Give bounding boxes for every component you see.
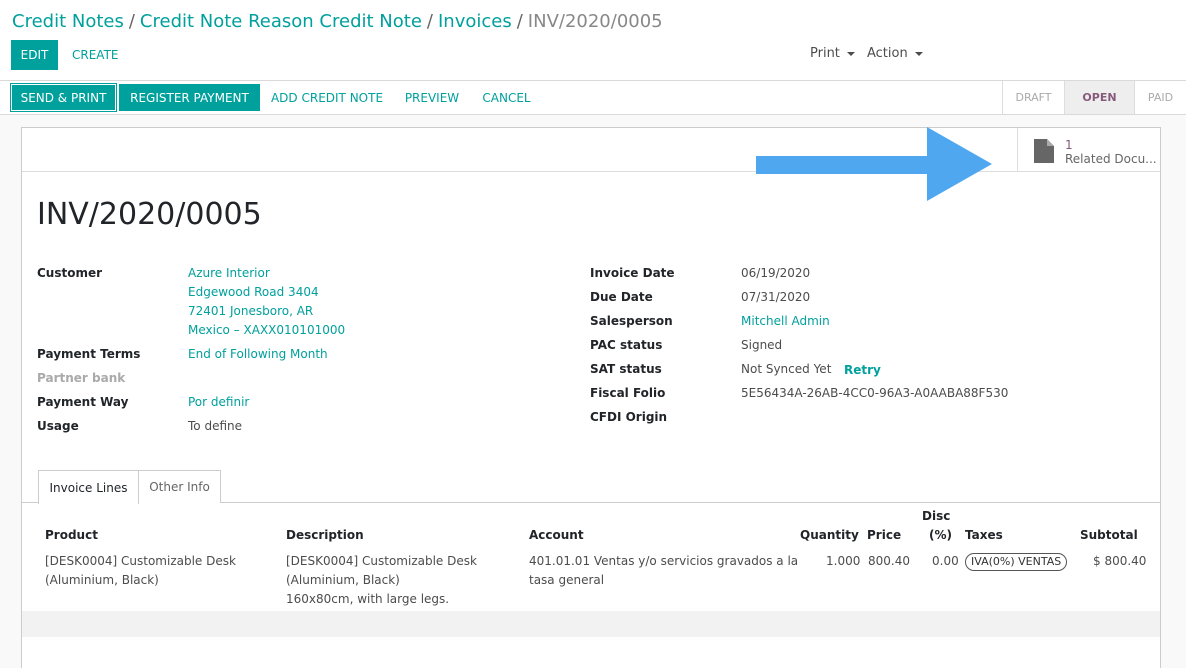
line-account-text: 401.01.01 Ventas y/o servicios gravados … [529, 554, 799, 568]
send-print-button[interactable]: SEND & PRINT [11, 84, 116, 111]
edit-button[interactable]: EDIT [11, 40, 58, 70]
tab-other-info[interactable]: Other Info [139, 470, 221, 503]
customer-name-link[interactable]: Azure Interior [188, 266, 270, 280]
line-quantity: 1.000 [826, 554, 861, 568]
salesperson-label: Salesperson [590, 314, 673, 328]
usage-label: Usage [37, 419, 79, 433]
line-account-text: tasa general [529, 573, 605, 587]
stage-draft[interactable]: DRAFT [1002, 81, 1064, 114]
fiscal-folio-value: 5E56434A-26AB-4CC0-96A3-A0AABA88F530 [741, 386, 1009, 400]
line-discount: 0.00 [932, 554, 959, 568]
column-header-description[interactable]: Description [286, 528, 364, 542]
breadcrumb-item-credit-note-reason[interactable]: Credit Note Reason Credit Note [140, 11, 422, 32]
control-panel: Credit Notes / Credit Note Reason Credit N… [0, 0, 1186, 81]
action-dropdown[interactable]: Action [867, 46, 923, 61]
pac-status-label: PAC status [590, 338, 663, 352]
breadcrumb-item-credit-notes[interactable]: Credit Notes [12, 11, 124, 32]
related-documents-button[interactable]: 1 Related Docu... [1017, 128, 1160, 172]
register-payment-button[interactable]: REGISTER PAYMENT [119, 84, 260, 111]
line-description-text: [DESK0004] Customizable Desk [286, 554, 477, 568]
form-statusbar: SEND & PRINT REGISTER PAYMENT ADD CREDIT… [0, 81, 1186, 115]
due-date-label: Due Date [590, 290, 653, 304]
notebook-tabs: Invoice Lines Other Info [21, 470, 1161, 504]
customer-address-line[interactable]: 72401 Jonesboro, AR [188, 304, 313, 318]
line-description-cell: [DESK0004] Customizable Desk (Aluminium,… [286, 552, 477, 609]
salesperson-value[interactable]: Mitchell Admin [741, 314, 830, 328]
due-date-value: 07/31/2020 [741, 290, 811, 304]
breadcrumb-item-invoices[interactable]: Invoices [438, 11, 512, 32]
payment-way-value[interactable]: Por definir [188, 395, 249, 409]
caret-down-icon [846, 51, 855, 56]
column-header-disc[interactable]: Disc [922, 509, 950, 523]
document-icon [1034, 139, 1054, 163]
usage-value: To define [188, 419, 242, 433]
column-header-product[interactable]: Product [45, 528, 98, 542]
add-credit-note-button[interactable]: ADD CREDIT NOTE [265, 84, 389, 111]
sat-status-value: Not Synced Yet [741, 362, 832, 376]
breadcrumb-separator: / [128, 11, 135, 32]
invoice-title: INV/2020/0005 [37, 197, 262, 232]
breadcrumb-current: INV/2020/0005 [527, 11, 663, 32]
line-description-text: 160x80cm, with large legs. [286, 592, 450, 606]
retry-button[interactable]: Retry [844, 363, 881, 377]
caret-down-icon [914, 51, 923, 56]
line-description-text: (Aluminium, Black) [286, 573, 400, 587]
cfdi-origin-label: CFDI Origin [590, 410, 668, 424]
column-header-subtotal[interactable]: Subtotal [1080, 528, 1138, 542]
invoice-date-label: Invoice Date [590, 266, 675, 280]
partner-bank-label: Partner bank [37, 371, 126, 385]
payment-terms-label: Payment Terms [37, 347, 141, 361]
invoice-date-value: 06/19/2020 [741, 266, 811, 280]
line-subtotal: $ 800.40 [1093, 554, 1147, 568]
pac-status-value: Signed [741, 338, 783, 352]
sat-status-label: SAT status [590, 362, 662, 376]
print-dropdown-label: Print [810, 46, 840, 61]
column-header-quantity[interactable]: Quantity [800, 528, 859, 542]
payment-terms-value[interactable]: End of Following Month [188, 347, 328, 361]
tax-badge: IVA(0%) VENTAS [965, 553, 1068, 571]
column-header-account[interactable]: Account [529, 528, 584, 542]
preview-button[interactable]: PREVIEW [396, 84, 468, 111]
column-header-taxes[interactable]: Taxes [965, 528, 1003, 542]
stage-open[interactable]: OPEN [1064, 81, 1134, 114]
stage-paid[interactable]: PAID [1134, 81, 1186, 114]
customer-label: Customer [37, 266, 103, 280]
customer-address-line[interactable]: Mexico – XAXX010101000 [188, 323, 345, 337]
print-dropdown[interactable]: Print [810, 46, 855, 61]
annotation-arrow-icon [756, 127, 992, 201]
table-row-empty [22, 611, 1160, 637]
related-documents-label: Related Docu... [1065, 152, 1157, 166]
line-product-cell: [DESK0004] Customizable Desk (Aluminium,… [45, 552, 236, 590]
create-button[interactable]: CREATE [66, 40, 125, 70]
column-header-disc-unit: (%) [929, 528, 952, 542]
line-account-cell: 401.01.01 Ventas y/o servicios gravados … [529, 552, 798, 590]
payment-way-label: Payment Way [37, 395, 129, 409]
line-product-text: (Aluminium, Black) [45, 573, 159, 587]
line-price: 800.40 [868, 554, 910, 568]
column-header-price[interactable]: Price [867, 528, 901, 542]
customer-address-line[interactable]: Edgewood Road 3404 [188, 285, 319, 299]
breadcrumb: Credit Notes / Credit Note Reason Credit N… [12, 11, 663, 32]
status-stages: DRAFT OPEN PAID [1002, 81, 1186, 114]
line-product-text: [DESK0004] Customizable Desk [45, 554, 236, 568]
tab-invoice-lines[interactable]: Invoice Lines [38, 470, 139, 504]
cancel-button[interactable]: CANCEL [474, 84, 539, 111]
action-dropdown-label: Action [867, 46, 908, 61]
breadcrumb-separator: / [426, 11, 433, 32]
fiscal-folio-label: Fiscal Folio [590, 386, 666, 400]
related-documents-count: 1 [1065, 138, 1073, 152]
breadcrumb-separator: / [516, 11, 523, 32]
